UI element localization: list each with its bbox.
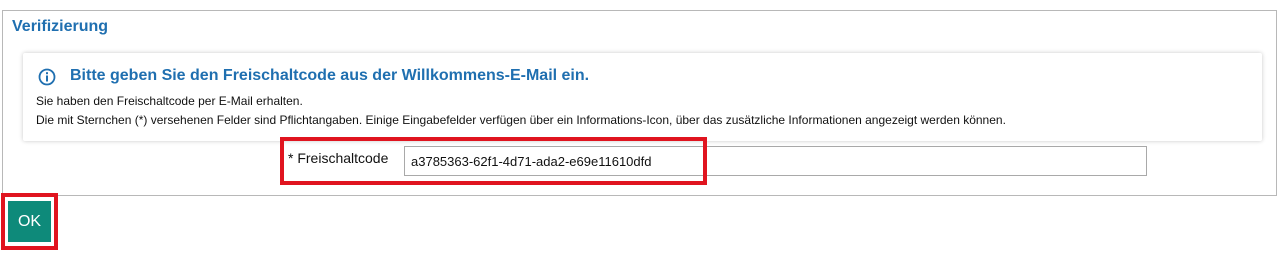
info-text-line-2: Die mit Sternchen (*) versehenen Felder … — [36, 113, 1006, 127]
ok-button[interactable]: OK — [8, 201, 51, 242]
info-box: Bitte geben Sie den Freischaltcode aus d… — [23, 53, 1262, 141]
info-circle-icon — [38, 68, 56, 86]
panel-title: Verifizierung — [12, 18, 109, 35]
freischaltcode-input[interactable] — [404, 146, 1147, 176]
freischaltcode-label: * Freischaltcode — [288, 150, 389, 166]
info-heading: Bitte geben Sie den Freischaltcode aus d… — [70, 67, 590, 84]
info-text-line-1: Sie haben den Freischaltcode per E-Mail … — [36, 94, 303, 108]
